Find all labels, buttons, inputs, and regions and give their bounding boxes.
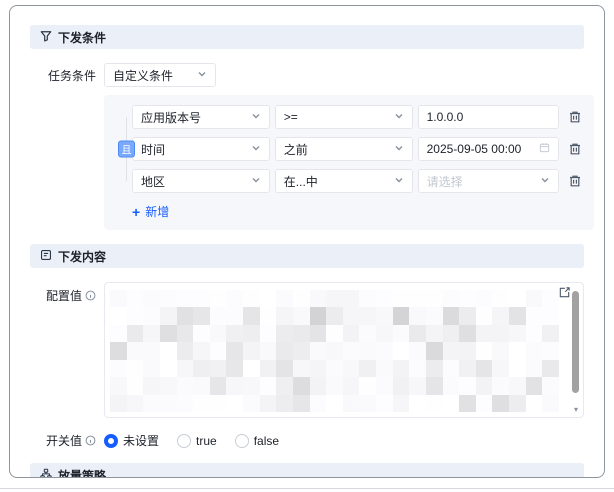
condition-date-input[interactable]: 2025-09-05 00:00 — [418, 137, 560, 161]
editor-scrollbar[interactable]: ▾ — [572, 288, 580, 412]
redacted-content-mosaic — [110, 290, 559, 412]
radio-label: 未设置 — [123, 432, 159, 449]
select-placeholder: 请选择 — [427, 173, 463, 190]
condition-field-select[interactable]: 地区 — [132, 169, 270, 193]
switch-value-row: 开关值 未设置 true false — [30, 432, 584, 449]
delete-condition-button[interactable] — [566, 140, 584, 158]
condition-group: 且 应用版本号 >= 1.0.0.0 — [104, 95, 594, 230]
operator-value: 之前 — [284, 141, 308, 158]
section-header-content: 下发内容 — [30, 244, 584, 268]
chevron-down-icon — [197, 68, 207, 82]
condition-operator-select[interactable]: 在...中 — [275, 169, 413, 193]
radio-option-unset[interactable]: 未设置 — [104, 432, 159, 449]
config-label-text: 配置值 — [46, 287, 82, 304]
chevron-down-icon — [251, 110, 261, 124]
radio-label: true — [196, 434, 217, 448]
field-value: 时间 — [141, 141, 165, 158]
add-condition-button[interactable]: + 新增 — [132, 203, 169, 220]
chevron-down-icon — [394, 174, 404, 188]
switch-value-radio-group: 未设置 true false — [104, 432, 279, 449]
add-condition-label: 新增 — [145, 203, 169, 220]
switch-value-label: 开关值 — [30, 432, 96, 449]
condition-row-2: 时间 之前 2025-09-05 00:00 — [132, 137, 584, 161]
operator-value: 在...中 — [284, 173, 318, 190]
radio-unselected-icon — [235, 434, 249, 448]
config-value-editor[interactable]: ▾ — [104, 282, 584, 418]
chevron-down-icon — [251, 142, 261, 156]
date-value: 2025-09-05 00:00 — [427, 142, 522, 156]
section-header-strategy: 放量策略 — [30, 463, 584, 478]
condition-row-1: 应用版本号 >= 1.0.0.0 — [132, 105, 584, 129]
section-title: 放量策略 — [58, 467, 106, 479]
radio-selected-icon — [104, 434, 118, 448]
condition-region-select[interactable]: 请选择 — [418, 169, 560, 193]
content-box-icon — [40, 249, 52, 264]
calendar-icon — [539, 142, 550, 156]
condition-row-3: 地区 在...中 请选择 — [132, 169, 584, 193]
task-condition-row: 任务条件 自定义条件 — [30, 63, 584, 87]
content-body: 配置值 ▾ 开关值 — [30, 268, 584, 463]
expand-editor-icon[interactable] — [558, 286, 572, 300]
field-value: 应用版本号 — [141, 109, 201, 126]
scrollbar-thumb[interactable] — [572, 291, 579, 393]
radio-option-false[interactable]: false — [235, 434, 279, 448]
radio-option-true[interactable]: true — [177, 434, 217, 448]
radio-label: false — [254, 434, 279, 448]
condition-field-select[interactable]: 时间 — [132, 137, 270, 161]
operator-value: >= — [284, 110, 298, 124]
condition-value-input[interactable]: 1.0.0.0 — [418, 105, 560, 129]
task-condition-value: 自定义条件 — [113, 67, 173, 84]
plus-icon: + — [132, 205, 140, 219]
page-bottom-edge — [0, 488, 614, 489]
logic-and-badge[interactable]: 且 — [118, 141, 135, 158]
value-text: 1.0.0.0 — [427, 110, 464, 124]
config-value-row: 配置值 ▾ — [30, 282, 584, 418]
info-icon[interactable] — [85, 435, 96, 446]
switch-label-text: 开关值 — [46, 432, 82, 449]
section-title: 下发内容 — [58, 248, 106, 265]
conditions-body: 任务条件 自定义条件 且 应用版本号 >= — [30, 49, 584, 244]
chevron-down-icon — [540, 174, 550, 188]
chevron-down-icon — [251, 174, 261, 188]
info-icon[interactable] — [85, 290, 96, 301]
task-condition-select[interactable]: 自定义条件 — [104, 63, 216, 87]
radio-unselected-icon — [177, 434, 191, 448]
field-value: 地区 — [141, 173, 165, 190]
filter-funnel-icon — [40, 30, 52, 45]
config-value-label: 配置值 — [30, 282, 96, 304]
sitemap-icon — [40, 468, 52, 479]
condition-operator-select[interactable]: 之前 — [275, 137, 413, 161]
chevron-down-icon — [394, 142, 404, 156]
section-header-conditions: 下发条件 — [30, 25, 584, 49]
delete-condition-button[interactable] — [566, 172, 584, 190]
delete-condition-button[interactable] — [566, 108, 584, 126]
release-config-card: 下发条件 任务条件 自定义条件 且 应用版本号 — [9, 5, 605, 478]
scrollbar-down-arrow[interactable]: ▾ — [572, 405, 580, 414]
condition-operator-select[interactable]: >= — [275, 105, 413, 129]
task-condition-label: 任务条件 — [30, 67, 96, 84]
condition-field-select[interactable]: 应用版本号 — [132, 105, 270, 129]
chevron-down-icon — [394, 110, 404, 124]
section-title: 下发条件 — [58, 29, 106, 46]
